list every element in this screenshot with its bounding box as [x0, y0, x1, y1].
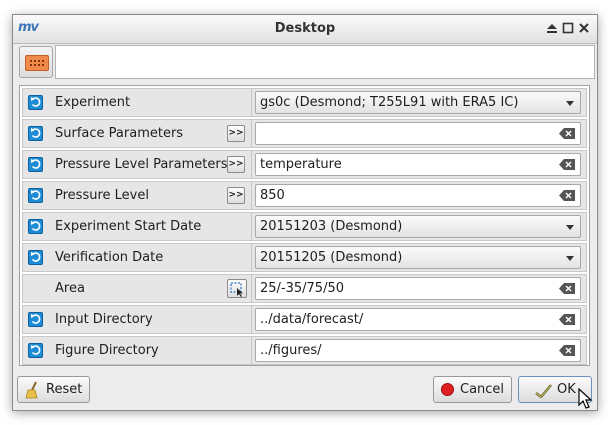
clear-field-icon[interactable]: [559, 159, 575, 170]
toolbar: [17, 45, 595, 79]
divider: [251, 151, 252, 178]
pressure-level-parameters-value: temperature: [260, 157, 342, 172]
cancel-button-label: Cancel: [460, 382, 505, 397]
close-icon[interactable]: [577, 21, 591, 35]
cancel-icon: [441, 383, 454, 396]
divider: [251, 275, 252, 302]
verification-date-label: Verification Date: [55, 250, 164, 265]
surface-parameters-input[interactable]: [255, 122, 581, 145]
figure-directory-label: Figure Directory: [55, 343, 159, 358]
button-bar: Reset Cancel OK: [13, 373, 597, 410]
ok-button-label: OK: [557, 382, 576, 397]
row-pressure-level: Pressure Level >> 850: [22, 181, 587, 210]
pressure-level-parameters-input[interactable]: temperature: [255, 153, 581, 176]
input-directory-input[interactable]: ../data/forecast/: [255, 308, 581, 331]
experiment-value: gs0c (Desmond; T255L91 with ERA5 IC): [260, 95, 519, 110]
broom-icon: [25, 381, 41, 403]
grid-points-button[interactable]: [19, 46, 53, 78]
row-area: Area 25/-35/75/50: [22, 274, 587, 303]
ok-icon: [535, 381, 553, 402]
title-bar: mv Desktop: [13, 15, 597, 44]
row-input-directory: Input Directory ../data/forecast/: [22, 305, 587, 334]
grid-points-icon: [25, 55, 49, 71]
row-verification-date: Verification Date 20151205 (Desmond): [22, 243, 587, 272]
pressure-level-parameters-label: Pressure Level Parameters: [55, 157, 228, 172]
surface-parameters-helper-button[interactable]: >>: [227, 125, 245, 142]
area-input[interactable]: 25/-35/75/50: [255, 277, 581, 300]
surface-parameters-label: Surface Parameters: [55, 126, 184, 141]
clear-field-icon[interactable]: [559, 283, 575, 294]
divider: [251, 120, 252, 147]
reset-parameter-icon[interactable]: [28, 157, 43, 172]
row-surface-parameters: Surface Parameters >>: [22, 119, 587, 148]
parameter-panel: Experiment gs0c (Desmond; T255L91 with E…: [19, 85, 590, 366]
verification-date-value: 20151205 (Desmond): [260, 250, 403, 265]
reset-button-label: Reset: [46, 382, 83, 397]
chevron-down-icon: [566, 225, 574, 230]
figure-directory-value: ../figures/: [260, 343, 322, 358]
divider: [251, 306, 252, 333]
divider: [251, 337, 252, 364]
window-title: Desktop: [274, 21, 336, 36]
row-pressure-level-parameters: Pressure Level Parameters >> temperature: [22, 150, 587, 179]
experiment-start-date-value: 20151203 (Desmond): [260, 219, 403, 234]
area-value: 25/-35/75/50: [260, 281, 344, 296]
clear-field-icon[interactable]: [559, 345, 575, 356]
reset-parameter-icon[interactable]: [28, 250, 43, 265]
input-directory-value: ../data/forecast/: [260, 312, 364, 327]
eject-icon[interactable]: [545, 21, 559, 35]
pressure-level-value: 850: [260, 188, 285, 203]
cancel-button[interactable]: Cancel: [433, 376, 512, 403]
divider: [251, 89, 252, 116]
maximize-icon[interactable]: [561, 21, 575, 35]
verification-date-select[interactable]: 20151205 (Desmond): [255, 246, 581, 269]
experiment-label: Experiment: [55, 95, 131, 110]
pressure-level-helper-button[interactable]: >>: [227, 187, 245, 204]
reset-parameter-icon[interactable]: [28, 219, 43, 234]
clear-field-icon[interactable]: [559, 314, 575, 325]
area-select-icon[interactable]: [227, 279, 247, 298]
reset-parameter-icon[interactable]: [28, 343, 43, 358]
area-label: Area: [55, 281, 85, 296]
input-directory-label: Input Directory: [55, 312, 153, 327]
divider: [251, 213, 252, 240]
divider: [251, 182, 252, 209]
divider: [251, 244, 252, 271]
row-experiment: Experiment gs0c (Desmond; T255L91 with E…: [22, 88, 587, 117]
pressure-level-input[interactable]: 850: [255, 184, 581, 207]
chevron-down-icon: [566, 101, 574, 106]
toolbar-field[interactable]: [55, 45, 595, 79]
pressure-level-label: Pressure Level: [55, 188, 149, 203]
figure-directory-input[interactable]: ../figures/: [255, 339, 581, 362]
reset-parameter-icon[interactable]: [28, 312, 43, 327]
chevron-down-icon: [566, 256, 574, 261]
experiment-start-date-select[interactable]: 20151203 (Desmond): [255, 215, 581, 238]
reset-parameter-icon[interactable]: [28, 126, 43, 141]
clear-field-icon[interactable]: [559, 190, 575, 201]
row-figure-directory: Figure Directory ../figures/: [22, 336, 587, 365]
row-experiment-start-date: Experiment Start Date 20151203 (Desmond): [22, 212, 587, 241]
clear-field-icon[interactable]: [559, 128, 575, 139]
reset-parameter-icon[interactable]: [28, 95, 43, 110]
experiment-start-date-label: Experiment Start Date: [55, 219, 202, 234]
mouse-pointer-icon: [578, 388, 593, 409]
experiment-select[interactable]: gs0c (Desmond; T255L91 with ERA5 IC): [255, 91, 581, 114]
reset-button[interactable]: Reset: [17, 376, 90, 403]
reset-parameter-icon[interactable]: [28, 188, 43, 203]
desktop-dialog: mv Desktop Experiment gs0c (Desmond; T25…: [12, 14, 598, 411]
pressure-level-parameters-helper-button[interactable]: >>: [227, 156, 245, 173]
